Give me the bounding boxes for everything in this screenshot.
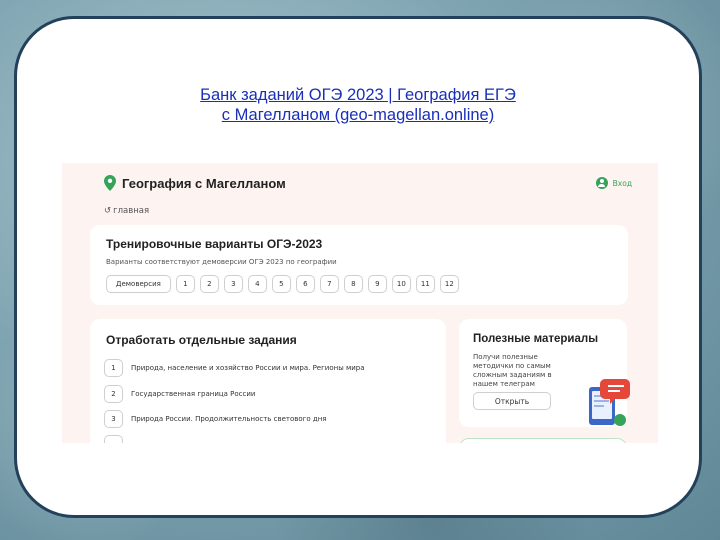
task-label: Природа России. Продолжительность светов… — [131, 415, 327, 423]
variant-button[interactable]: 1 — [175, 275, 195, 293]
variant-button[interactable]: 6 — [295, 275, 315, 293]
variant-button[interactable]: 12 — [439, 275, 459, 293]
materials-card: Полезные материалы Получи полезные метод… — [459, 319, 630, 427]
task-number: 2 — [104, 385, 123, 403]
login-button[interactable]: Вход — [595, 177, 632, 189]
variant-button[interactable]: 5 — [271, 275, 291, 293]
variant-button[interactable]: 7 — [319, 275, 339, 293]
materials-title: Полезные материалы — [473, 333, 599, 345]
back-arrow-icon: ↺ — [104, 206, 112, 216]
variant-button[interactable]: 11 — [415, 275, 435, 293]
demo-version-button[interactable]: Демоверсия — [106, 275, 171, 293]
training-subtitle: Варианты соответствуют демоверсии ОГЭ 20… — [106, 258, 337, 266]
task-label: Природа, население и хозяйство России и … — [131, 364, 365, 372]
variant-button[interactable]: 8 — [343, 275, 363, 293]
task-item[interactable] — [104, 435, 123, 443]
tasks-title: Отработать отдельные задания — [106, 333, 297, 347]
slide-title-line-2[interactable]: с Магелланом (geo-magellan.online) — [17, 105, 699, 125]
task-item[interactable]: 3 Природа России. Продолжительность свет… — [104, 410, 327, 428]
task-number: 3 — [104, 410, 123, 428]
slide-title-line-1[interactable]: Банк заданий ОГЭ 2023 | География ЕГЭ — [17, 85, 699, 105]
variant-button[interactable]: 4 — [247, 275, 267, 293]
training-variants-card: Тренировочные варианты ОГЭ-2023 Варианты… — [90, 225, 628, 305]
website-screenshot: География с Магелланом Вход ↺ главная Тре… — [62, 163, 658, 443]
task-label: Государственная граница России — [131, 390, 256, 398]
variant-button[interactable]: 10 — [391, 275, 411, 293]
task-number — [104, 435, 123, 443]
task-number: 1 — [104, 359, 123, 377]
variant-button[interactable]: 2 — [199, 275, 219, 293]
variant-button[interactable]: 9 — [367, 275, 387, 293]
open-button[interactable]: Открыть — [473, 392, 551, 410]
variant-buttons: Демоверсия 1 2 3 4 5 6 7 8 9 10 11 12 — [106, 275, 464, 293]
site-logo-text: География с Магелланом — [122, 175, 286, 191]
slide-title-link[interactable]: Банк заданий ОГЭ 2023 | География ЕГЭ с … — [17, 85, 699, 125]
tasks-card: Отработать отдельные задания 1 Природа, … — [90, 319, 446, 443]
task-item[interactable]: 1 Природа, население и хозяйство России … — [104, 359, 365, 377]
map-pin-icon — [104, 175, 116, 191]
green-card — [459, 438, 627, 443]
training-title: Тренировочные варианты ОГЭ-2023 — [106, 237, 323, 251]
back-label: главная — [113, 206, 150, 216]
back-link[interactable]: ↺ главная — [104, 206, 149, 216]
user-icon — [595, 177, 608, 189]
materials-description: Получи полезные методички по самым сложн… — [473, 353, 552, 388]
site-logo[interactable]: География с Магелланом — [104, 175, 286, 191]
slide: Банк заданий ОГЭ 2023 | География ЕГЭ с … — [14, 16, 702, 518]
task-item[interactable]: 2 Государственная граница России — [104, 385, 255, 403]
login-label: Вход — [612, 178, 632, 188]
variant-button[interactable]: 3 — [223, 275, 243, 293]
phone-chat-illustration-icon — [589, 379, 630, 426]
